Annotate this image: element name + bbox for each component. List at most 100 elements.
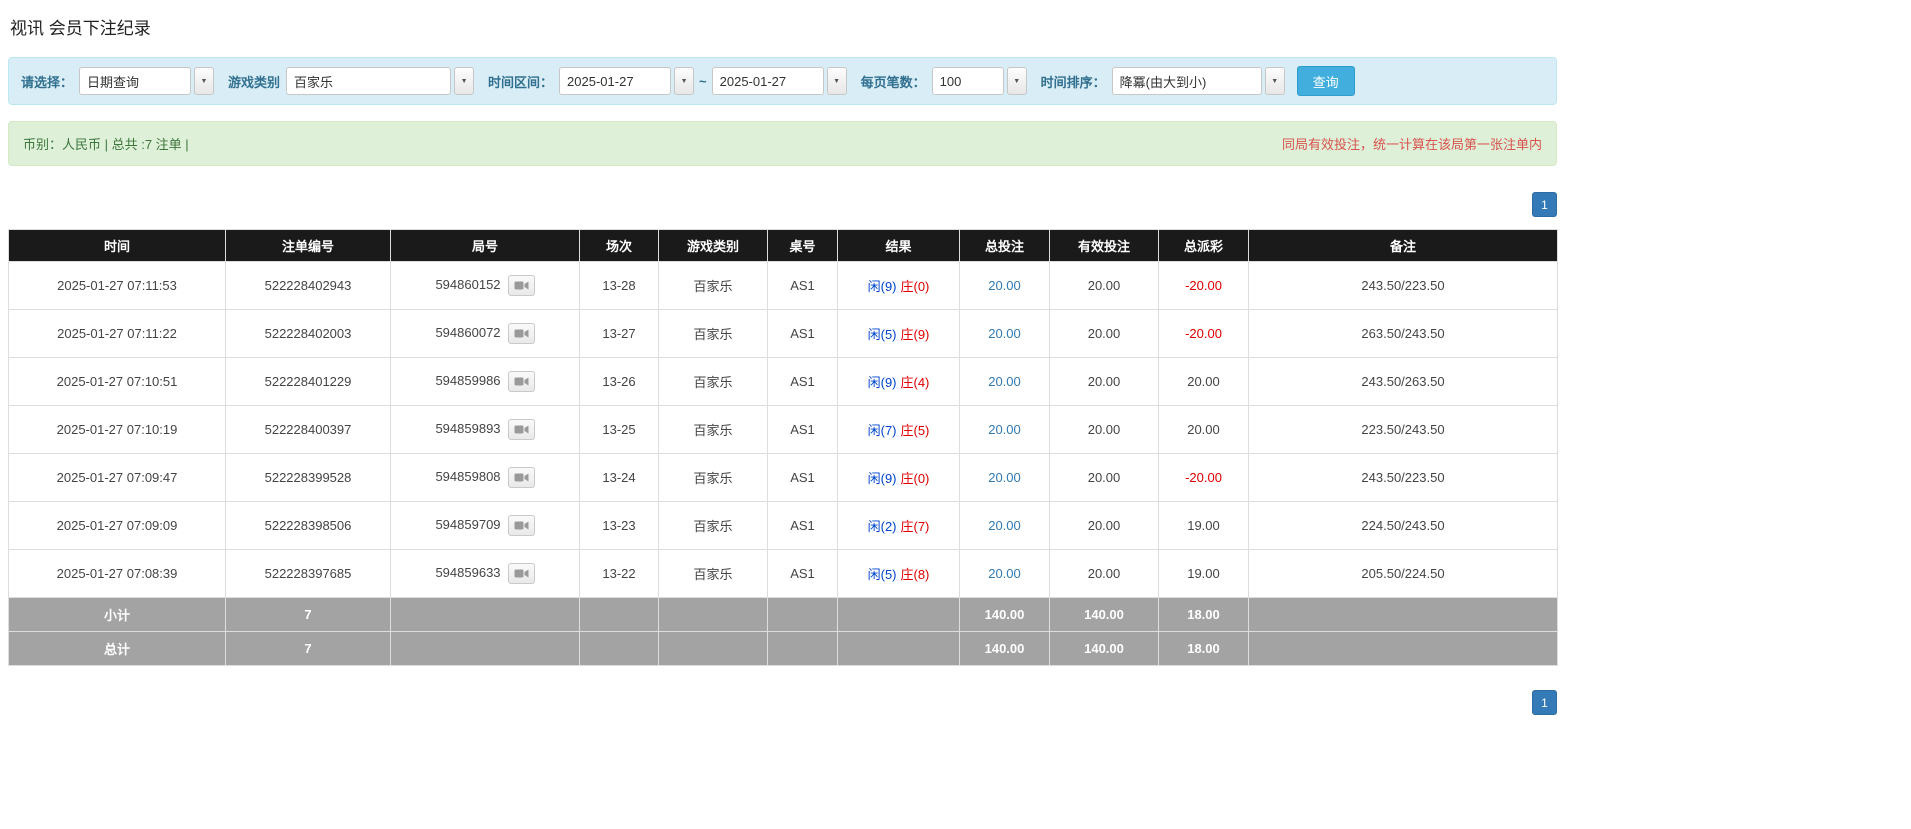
notice-text: 同局有效投注，统一计算在该局第一张注单内 [1281, 137, 1542, 152]
cell-time: 2025-01-27 07:11:53 [8, 261, 226, 310]
chevron-down-icon[interactable]: ▼ [194, 67, 215, 95]
cell-table-no: AS1 [767, 453, 838, 502]
cell-session: 13-24 [579, 453, 659, 502]
cell-round-id: 594859986 [390, 357, 580, 406]
page-1-button[interactable]: 1 [1532, 690, 1557, 715]
summary-label: 总计 [8, 631, 226, 666]
cell-time: 2025-01-27 07:10:51 [8, 357, 226, 406]
cell-remark: 263.50/243.50 [1248, 309, 1558, 358]
cell-result: 闲(5) 庄(9) [837, 309, 960, 358]
column-header: 时间 [8, 229, 226, 262]
summary-row: 小计 7 140.00 140.00 18.00 [8, 597, 1558, 632]
chevron-down-icon[interactable]: ▼ [1264, 67, 1285, 95]
bet-records-table: 时间 注单编号 局号 场次 游戏类别 桌号 结果 总投注 有效投注 总派彩 备注 2025-01-2… [8, 229, 1558, 666]
table-row: 2025-01-27 07:08:39 522228397685 5948596… [8, 549, 1558, 598]
result-player: 闲(9) [867, 375, 897, 390]
game-type-label: 游戏类别 [228, 74, 281, 90]
result-banker: 庄(0) [900, 471, 930, 486]
time-sort-label: 时间排序： [1040, 74, 1106, 90]
query-type-input[interactable] [79, 67, 192, 95]
total-bet-link[interactable]: 20.00 [988, 374, 1021, 389]
summary-cell [390, 597, 580, 632]
summary-label: 小计 [8, 597, 226, 632]
video-replay-button[interactable] [507, 467, 535, 488]
summary-row: 总计 7 140.00 140.00 18.00 [8, 631, 1558, 666]
cell-payout: 19.00 [1158, 501, 1249, 550]
cell-session: 13-27 [579, 309, 659, 358]
game-type-input[interactable] [286, 67, 452, 95]
cell-round-id: 594859893 [390, 405, 580, 454]
result-banker: 庄(7) [900, 519, 930, 534]
time-sort-input[interactable] [1111, 67, 1262, 95]
cell-valid-bet: 20.00 [1049, 357, 1159, 406]
video-replay-button[interactable] [507, 371, 535, 392]
cell-valid-bet: 20.00 [1049, 405, 1159, 454]
cell-time: 2025-01-27 07:10:19 [8, 405, 226, 454]
cell-total-bet: 20.00 [959, 453, 1050, 502]
cell-payout: 19.00 [1158, 549, 1249, 598]
round-id-text: 594860152 [435, 276, 501, 292]
date-from-input[interactable] [559, 67, 672, 95]
summary-count: 7 [225, 597, 391, 632]
chevron-down-icon[interactable]: ▼ [1006, 67, 1027, 95]
total-bet-link[interactable]: 20.00 [988, 278, 1021, 293]
chevron-down-icon[interactable]: ▼ [674, 67, 695, 95]
summary-valid-bet: 140.00 [1049, 597, 1159, 632]
round-id-text: 594860072 [435, 324, 501, 340]
range-separator: ~ [699, 73, 707, 89]
round-id-text: 594859808 [435, 468, 501, 484]
currency-summary-text: 币别：人民币 | 总共 :7 注单 | [23, 137, 189, 152]
cell-payout: -20.00 [1158, 453, 1249, 502]
total-bet-link[interactable]: 20.00 [988, 422, 1021, 437]
total-bet-link[interactable]: 20.00 [988, 326, 1021, 341]
column-header: 游戏类别 [658, 229, 768, 262]
video-replay-button[interactable] [507, 563, 535, 584]
result-player: 闲(5) [867, 327, 897, 342]
video-camera-icon [514, 329, 529, 338]
result-banker: 庄(0) [900, 279, 930, 294]
time-sort-combo: ▼ [1111, 67, 1285, 95]
summary-count: 7 [225, 631, 391, 666]
query-type-combo: ▼ [79, 67, 215, 95]
chevron-down-icon[interactable]: ▼ [454, 67, 475, 95]
summary-cell [390, 631, 580, 666]
cell-bet-id: 522228397685 [225, 549, 391, 598]
column-header: 备注 [1248, 229, 1558, 262]
total-bet-link[interactable]: 20.00 [988, 518, 1021, 533]
video-replay-button[interactable] [507, 515, 535, 536]
cell-valid-bet: 20.00 [1049, 261, 1159, 310]
summary-valid-bet: 140.00 [1049, 631, 1159, 666]
cell-payout: 20.00 [1158, 405, 1249, 454]
cell-time: 2025-01-27 07:08:39 [8, 549, 226, 598]
cell-valid-bet: 20.00 [1049, 309, 1159, 358]
cell-game-type: 百家乐 [658, 453, 768, 502]
result-banker: 庄(8) [900, 567, 930, 582]
date-from-combo: ▼ [559, 67, 695, 95]
date-to-input[interactable] [711, 67, 824, 95]
round-id-text: 594859893 [435, 420, 501, 436]
cell-game-type: 百家乐 [658, 501, 768, 550]
video-replay-button[interactable] [507, 275, 535, 296]
table-row: 2025-01-27 07:11:22 522228402003 5948600… [8, 309, 1558, 358]
page-size-input[interactable] [931, 67, 1004, 95]
cell-session: 13-28 [579, 261, 659, 310]
cell-remark: 223.50/243.50 [1248, 405, 1558, 454]
total-bet-link[interactable]: 20.00 [988, 566, 1021, 581]
cell-valid-bet: 20.00 [1049, 549, 1159, 598]
search-button[interactable]: 查询 [1296, 66, 1355, 96]
video-replay-button[interactable] [507, 419, 535, 440]
chevron-down-icon[interactable]: ▼ [826, 67, 847, 95]
cell-round-id: 594859709 [390, 501, 580, 550]
page-1-button[interactable]: 1 [1532, 192, 1557, 217]
total-bet-link[interactable]: 20.00 [988, 470, 1021, 485]
cell-payout: -20.00 [1158, 309, 1249, 358]
cell-payout: 20.00 [1158, 357, 1249, 406]
cell-round-id: 594860072 [390, 309, 580, 358]
video-camera-icon [514, 425, 529, 434]
video-replay-button[interactable] [507, 323, 535, 344]
cell-total-bet: 20.00 [959, 549, 1050, 598]
cell-session: 13-23 [579, 501, 659, 550]
filter-bar: 请选择： ▼ 游戏类别 ▼ 时间区间： ▼ ~ ▼ 每页笔数： ▼ 时间排序： … [8, 57, 1557, 105]
column-header: 总投注 [959, 229, 1050, 262]
result-player: 闲(5) [867, 567, 897, 582]
